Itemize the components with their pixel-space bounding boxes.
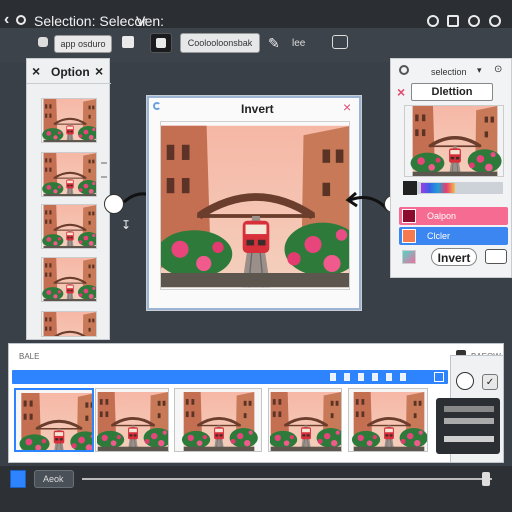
invert-dialog: Invert ×	[146, 95, 362, 311]
selection-panel: selection ▾ ⊙ × Dlettion Oalpon Clcler I…	[390, 58, 512, 278]
settings-icon[interactable]	[427, 15, 439, 27]
close-icon[interactable]: ×	[397, 84, 405, 100]
palette-icon[interactable]	[399, 65, 409, 75]
strip-left-label: BALE	[19, 352, 40, 361]
slider-track-3[interactable]	[444, 436, 494, 442]
stop-button[interactable]	[38, 37, 48, 47]
check-button[interactable]: ✓	[482, 374, 498, 390]
thumbnail-1[interactable]	[41, 98, 97, 143]
search-field[interactable]: app osduro	[54, 35, 112, 53]
frame-2[interactable]	[95, 388, 169, 452]
frame-controls[interactable]	[330, 373, 414, 381]
dialog-title: Invert	[241, 102, 274, 116]
close-icon[interactable]: ×	[95, 63, 103, 79]
color-swatch-black[interactable]	[403, 181, 417, 195]
grid-icon[interactable]	[447, 15, 459, 27]
close-icon[interactable]: ×	[343, 99, 351, 115]
mode-selector[interactable]: Coolooloonsbak	[180, 33, 260, 53]
close-icon[interactable]: ×	[32, 63, 40, 79]
panel-divider	[27, 83, 111, 84]
back-button[interactable]: Aeok	[34, 470, 74, 488]
layer-icon	[156, 38, 166, 48]
thumbnail-4[interactable]	[41, 257, 97, 302]
invert-button[interactable]: Invert	[431, 248, 477, 266]
thumbnail-image	[42, 312, 97, 337]
selection-thumbnail	[404, 105, 504, 177]
thumbnail-5[interactable]	[41, 311, 97, 337]
frame-image	[176, 392, 262, 452]
preview-image	[160, 121, 350, 290]
text-tool-label[interactable]: lee	[292, 38, 305, 49]
drag-handle[interactable]	[101, 162, 107, 178]
frame-5[interactable]	[348, 388, 428, 452]
timeline-scrubber[interactable]	[82, 478, 492, 480]
option-panel: × Option ×	[26, 58, 111, 340]
help-icon[interactable]	[468, 15, 480, 27]
frame-icon[interactable]	[332, 35, 348, 49]
slider-track-1[interactable]	[444, 406, 494, 412]
spinner-icon	[153, 102, 161, 110]
color-swatch-multi[interactable]	[421, 183, 455, 193]
selection-dropdown[interactable]: Dlettion	[411, 83, 493, 101]
thumbnail-image	[42, 258, 97, 302]
layer-button[interactable]	[150, 33, 172, 53]
pin-icon[interactable]: ⊙	[494, 64, 502, 75]
frame-image	[97, 392, 169, 452]
thumbnail-image	[42, 99, 97, 143]
toolbar: app osduro Coolooloonsbak ✎ lee	[0, 28, 512, 62]
thumbnail-image	[42, 153, 97, 197]
back-label: Aeok	[43, 474, 64, 484]
puzzle-icon[interactable]	[122, 36, 134, 48]
selection-header-label: selection	[431, 67, 467, 77]
pencil-icon[interactable]: ✎	[268, 35, 280, 52]
link-icon[interactable]	[485, 249, 507, 264]
scrubber-handle[interactable]	[482, 472, 490, 486]
thumbnail-image	[42, 205, 97, 249]
drag-anchor[interactable]	[104, 194, 124, 214]
thumbnail-2[interactable]	[41, 152, 97, 197]
color-swatch-gradient[interactable]	[402, 250, 416, 264]
status-color-button[interactable]	[10, 470, 26, 488]
status-bar: Aeok	[0, 466, 512, 512]
frame-toolbar[interactable]	[12, 370, 448, 384]
cursor-icon: ↧	[121, 218, 132, 232]
color-swatch-pink[interactable]	[402, 209, 416, 223]
window-title: Selection: Selecor	[34, 13, 147, 29]
preview-image-content	[161, 122, 350, 290]
frame-4[interactable]	[268, 388, 342, 452]
selection-thumbnail-image	[405, 106, 504, 177]
slider-track-2[interactable]	[444, 418, 494, 424]
thumbnail-3[interactable]	[41, 204, 97, 249]
frame-image	[19, 393, 94, 452]
frame-image	[270, 392, 342, 452]
frame-image	[350, 392, 428, 452]
frame-3[interactable]	[174, 388, 262, 452]
window-menu-extra[interactable]: Ven:	[136, 13, 164, 29]
record-icon[interactable]	[16, 15, 26, 25]
frame-1[interactable]	[14, 388, 94, 452]
frame-end-box[interactable]	[434, 372, 444, 382]
color-swatch-orange[interactable]	[402, 229, 416, 243]
back-icon[interactable]: ‹	[4, 11, 9, 29]
chevron-down-icon[interactable]: ▾	[477, 65, 482, 76]
toggle-knob[interactable]	[456, 372, 474, 390]
option-panel-title: Option	[51, 65, 90, 79]
account-icon[interactable]	[489, 15, 501, 27]
